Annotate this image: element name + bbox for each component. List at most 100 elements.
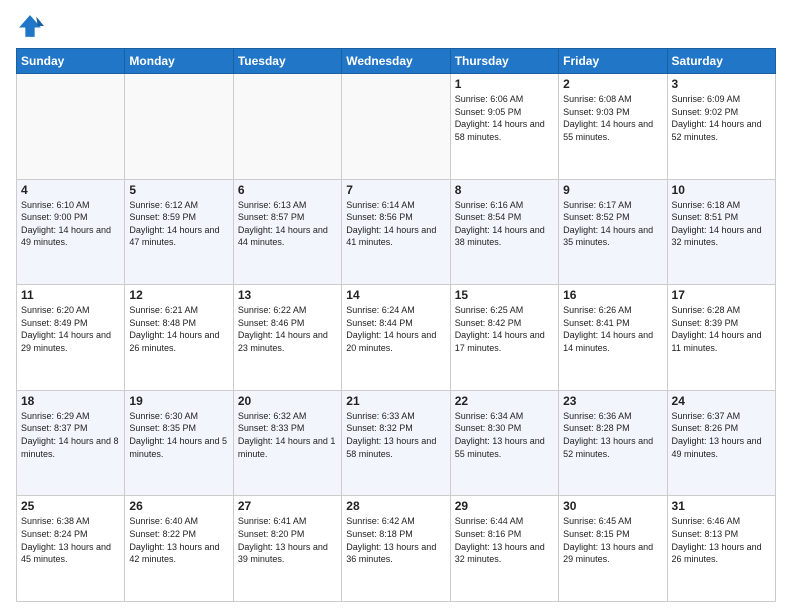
day-cell: 20 Sunrise: 6:32 AM Sunset: 8:33 PM Dayli… [233,390,341,496]
day-cell: 8 Sunrise: 6:16 AM Sunset: 8:54 PM Daylig… [450,179,558,285]
day-cell [342,74,450,180]
day-cell: 22Sunrise: 6:34 AM Sunset: 8:30 PM Dayli… [450,390,558,496]
header [16,12,776,40]
day-info: Sunrise: 6:37 AM Sunset: 8:26 PM Dayligh… [672,410,771,460]
day-cell: 1 Sunrise: 6:06 AM Sunset: 9:05 PM Daylig… [450,74,558,180]
day-number: 2 [563,77,662,91]
day-cell: 13 Sunrise: 6:22 AM Sunset: 8:46 PM Dayli… [233,285,341,391]
day-cell: 3 Sunrise: 6:09 AM Sunset: 9:02 PM Daylig… [667,74,775,180]
day-number: 13 [238,288,337,302]
calendar-header: SundayMondayTuesdayWednesdayThursdayFrid… [17,49,776,74]
day-info: Sunrise: 6:16 AM Sunset: 8:54 PM Dayligh… [455,199,554,249]
day-number: 31 [672,499,771,513]
calendar-body: 1 Sunrise: 6:06 AM Sunset: 9:05 PM Daylig… [17,74,776,602]
calendar-page: SundayMondayTuesdayWednesdayThursdayFrid… [0,0,792,612]
day-cell: 29Sunrise: 6:44 AM Sunset: 8:16 PM Dayli… [450,496,558,602]
day-cell: 6Sunrise: 6:13 AM Sunset: 8:57 PM Daylig… [233,179,341,285]
day-info: Sunrise: 6:17 AM Sunset: 8:52 PM Dayligh… [563,199,662,249]
day-cell: 31 Sunrise: 6:46 AM Sunset: 8:13 PM Dayli… [667,496,775,602]
day-info: Sunrise: 6:10 AM Sunset: 9:00 PM Dayligh… [21,199,120,249]
day-cell: 2Sunrise: 6:08 AM Sunset: 9:03 PM Daylig… [559,74,667,180]
day-info: Sunrise: 6:33 AM Sunset: 8:32 PM Dayligh… [346,410,445,460]
day-number: 24 [672,394,771,408]
day-info: Sunrise: 6:25 AM Sunset: 8:42 PM Dayligh… [455,304,554,354]
day-info: Sunrise: 6:42 AM Sunset: 8:18 PM Dayligh… [346,515,445,565]
day-info: Sunrise: 6:20 AM Sunset: 8:49 PM Dayligh… [21,304,120,354]
day-number: 16 [563,288,662,302]
day-number: 4 [21,183,120,197]
day-number: 6 [238,183,337,197]
day-info: Sunrise: 6:30 AM Sunset: 8:35 PM Dayligh… [129,410,228,460]
day-number: 29 [455,499,554,513]
day-number: 25 [21,499,120,513]
day-number: 21 [346,394,445,408]
logo [16,12,48,40]
day-number: 19 [129,394,228,408]
day-cell [17,74,125,180]
day-number: 8 [455,183,554,197]
day-info: Sunrise: 6:29 AM Sunset: 8:37 PM Dayligh… [21,410,120,460]
day-info: Sunrise: 6:24 AM Sunset: 8:44 PM Dayligh… [346,304,445,354]
day-number: 12 [129,288,228,302]
day-info: Sunrise: 6:45 AM Sunset: 8:15 PM Dayligh… [563,515,662,565]
day-cell: 9 Sunrise: 6:17 AM Sunset: 8:52 PM Daylig… [559,179,667,285]
week-row-5: 25 Sunrise: 6:38 AM Sunset: 8:24 PM Dayli… [17,496,776,602]
day-cell: 25 Sunrise: 6:38 AM Sunset: 8:24 PM Dayli… [17,496,125,602]
day-cell: 16 Sunrise: 6:26 AM Sunset: 8:41 PM Dayli… [559,285,667,391]
day-info: Sunrise: 6:32 AM Sunset: 8:33 PM Dayligh… [238,410,337,460]
header-cell-saturday: Saturday [667,49,775,74]
day-number: 9 [563,183,662,197]
header-row: SundayMondayTuesdayWednesdayThursdayFrid… [17,49,776,74]
day-info: Sunrise: 6:22 AM Sunset: 8:46 PM Dayligh… [238,304,337,354]
calendar-table: SundayMondayTuesdayWednesdayThursdayFrid… [16,48,776,602]
day-number: 23 [563,394,662,408]
header-cell-sunday: Sunday [17,49,125,74]
day-cell: 12 Sunrise: 6:21 AM Sunset: 8:48 PM Dayli… [125,285,233,391]
day-number: 17 [672,288,771,302]
day-info: Sunrise: 6:40 AM Sunset: 8:22 PM Dayligh… [129,515,228,565]
day-cell: 23Sunrise: 6:36 AM Sunset: 8:28 PM Dayli… [559,390,667,496]
day-number: 22 [455,394,554,408]
day-info: Sunrise: 6:28 AM Sunset: 8:39 PM Dayligh… [672,304,771,354]
day-cell: 19 Sunrise: 6:30 AM Sunset: 8:35 PM Dayli… [125,390,233,496]
day-number: 7 [346,183,445,197]
day-info: Sunrise: 6:38 AM Sunset: 8:24 PM Dayligh… [21,515,120,565]
day-number: 1 [455,77,554,91]
header-cell-tuesday: Tuesday [233,49,341,74]
day-info: Sunrise: 6:26 AM Sunset: 8:41 PM Dayligh… [563,304,662,354]
day-number: 3 [672,77,771,91]
day-number: 26 [129,499,228,513]
day-number: 18 [21,394,120,408]
day-number: 5 [129,183,228,197]
day-number: 14 [346,288,445,302]
week-row-3: 11Sunrise: 6:20 AM Sunset: 8:49 PM Dayli… [17,285,776,391]
header-cell-thursday: Thursday [450,49,558,74]
day-number: 27 [238,499,337,513]
day-cell [233,74,341,180]
day-info: Sunrise: 6:18 AM Sunset: 8:51 PM Dayligh… [672,199,771,249]
header-cell-friday: Friday [559,49,667,74]
day-cell: 4 Sunrise: 6:10 AM Sunset: 9:00 PM Daylig… [17,179,125,285]
logo-icon [16,12,44,40]
day-info: Sunrise: 6:09 AM Sunset: 9:02 PM Dayligh… [672,93,771,143]
day-info: Sunrise: 6:41 AM Sunset: 8:20 PM Dayligh… [238,515,337,565]
header-cell-wednesday: Wednesday [342,49,450,74]
day-cell: 11Sunrise: 6:20 AM Sunset: 8:49 PM Dayli… [17,285,125,391]
day-cell: 18 Sunrise: 6:29 AM Sunset: 8:37 PM Dayli… [17,390,125,496]
day-number: 15 [455,288,554,302]
day-cell: 7 Sunrise: 6:14 AM Sunset: 8:56 PM Daylig… [342,179,450,285]
week-row-2: 4 Sunrise: 6:10 AM Sunset: 9:00 PM Daylig… [17,179,776,285]
header-cell-monday: Monday [125,49,233,74]
day-info: Sunrise: 6:46 AM Sunset: 8:13 PM Dayligh… [672,515,771,565]
day-info: Sunrise: 6:12 AM Sunset: 8:59 PM Dayligh… [129,199,228,249]
day-info: Sunrise: 6:21 AM Sunset: 8:48 PM Dayligh… [129,304,228,354]
day-info: Sunrise: 6:14 AM Sunset: 8:56 PM Dayligh… [346,199,445,249]
day-cell: 28 Sunrise: 6:42 AM Sunset: 8:18 PM Dayli… [342,496,450,602]
day-number: 20 [238,394,337,408]
day-cell: 14 Sunrise: 6:24 AM Sunset: 8:44 PM Dayli… [342,285,450,391]
day-cell: 30Sunrise: 6:45 AM Sunset: 8:15 PM Dayli… [559,496,667,602]
day-number: 28 [346,499,445,513]
day-info: Sunrise: 6:06 AM Sunset: 9:05 PM Dayligh… [455,93,554,143]
day-number: 10 [672,183,771,197]
day-cell: 27 Sunrise: 6:41 AM Sunset: 8:20 PM Dayli… [233,496,341,602]
